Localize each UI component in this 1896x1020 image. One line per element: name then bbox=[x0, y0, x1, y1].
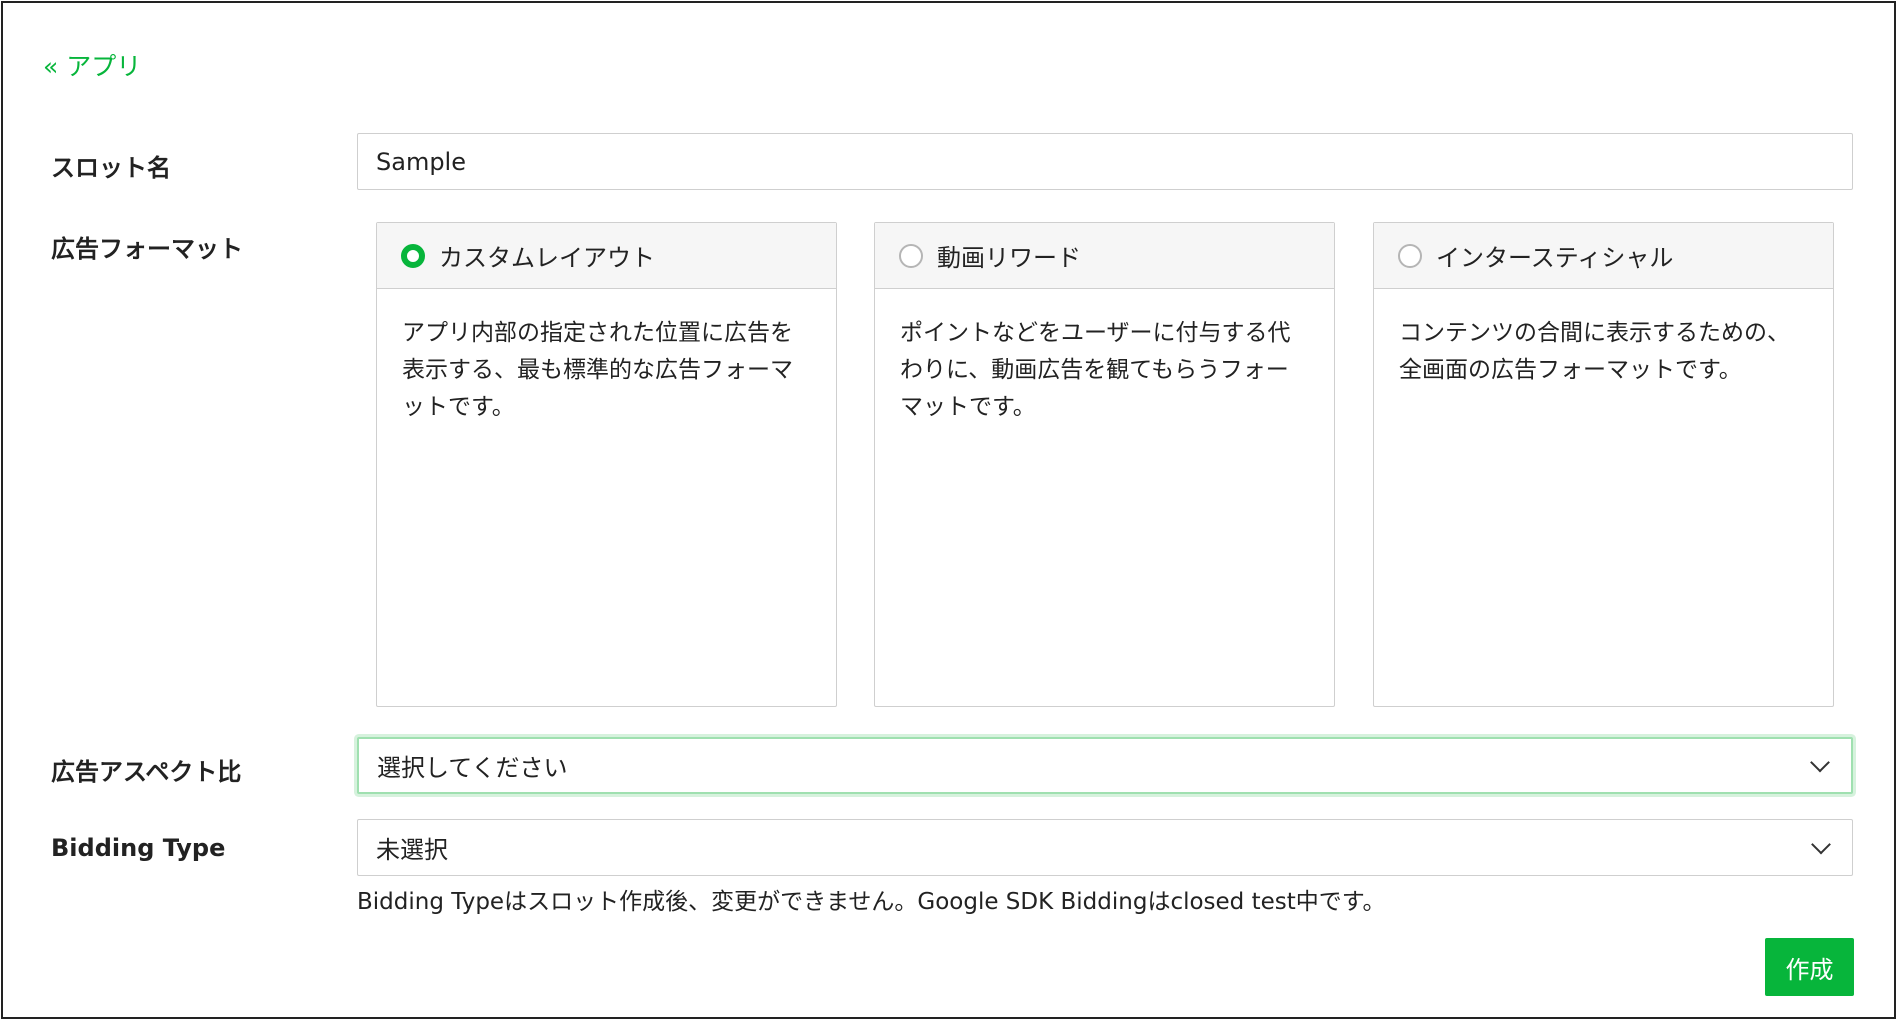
chevron-down-icon bbox=[1810, 752, 1830, 772]
ad-format-card-interstitial[interactable]: インタースティシャル コンテンツの合間に表示するための、全画面の広告フォーマット… bbox=[1373, 222, 1834, 707]
ad-format-card-title: インタースティシャル bbox=[1436, 244, 1674, 272]
bidding-type-select[interactable]: 未選択 bbox=[357, 819, 1853, 876]
ad-format-card-header[interactable]: 動画リワード bbox=[875, 223, 1334, 289]
ad-format-card-custom-layout[interactable]: カスタムレイアウト アプリ内部の指定された位置に広告を表示する、最も標準的な広告… bbox=[376, 222, 837, 707]
ad-format-card-header[interactable]: インタースティシャル bbox=[1374, 223, 1833, 289]
ad-format-card-description: コンテンツの合間に表示するための、全画面の広告フォーマットです。 bbox=[1399, 320, 1790, 383]
radio-unchecked-icon[interactable] bbox=[1398, 243, 1422, 268]
ad-format-card-description: ポイントなどをユーザーに付与する代わりに、動画広告を観てもらうフォーマットです。 bbox=[900, 320, 1291, 420]
bidding-type-label: Bidding Type bbox=[51, 834, 226, 862]
slot-name-label: スロット名 bbox=[51, 154, 171, 182]
create-button[interactable]: 作成 bbox=[1765, 938, 1854, 996]
ad-format-card-title: カスタムレイアウト bbox=[439, 244, 655, 272]
back-to-apps-link[interactable]: « アプリ bbox=[43, 47, 141, 83]
chevron-down-icon bbox=[1811, 834, 1831, 854]
ad-format-label: 広告フォーマット bbox=[51, 235, 243, 263]
ad-format-card-description: アプリ内部の指定された位置に広告を表示する、最も標準的な広告フォーマットです。 bbox=[402, 320, 793, 420]
aspect-ratio-label: 広告アスペクト比 bbox=[51, 758, 242, 786]
aspect-ratio-select[interactable]: 選択してください bbox=[357, 737, 1853, 794]
radio-checked-icon[interactable] bbox=[401, 243, 425, 268]
radio-unchecked-icon[interactable] bbox=[899, 243, 923, 268]
ad-format-card-title: 動画リワード bbox=[937, 244, 1081, 272]
ad-format-card-video-reward[interactable]: 動画リワード ポイントなどをユーザーに付与する代わりに、動画広告を観てもらうフォ… bbox=[874, 222, 1335, 707]
bidding-type-help-text: Bidding Typeはスロット作成後、変更ができません。Google SDK… bbox=[357, 889, 1386, 915]
ad-format-card-header[interactable]: カスタムレイアウト bbox=[377, 223, 836, 289]
slot-name-input[interactable] bbox=[357, 133, 1853, 190]
aspect-ratio-selected-value: 選択してください bbox=[377, 754, 568, 782]
bidding-type-selected-value: 未選択 bbox=[376, 836, 448, 864]
form-panel: « アプリ スロット名 広告フォーマット カスタムレイアウト アプリ内部の指定さ… bbox=[1, 1, 1896, 1019]
